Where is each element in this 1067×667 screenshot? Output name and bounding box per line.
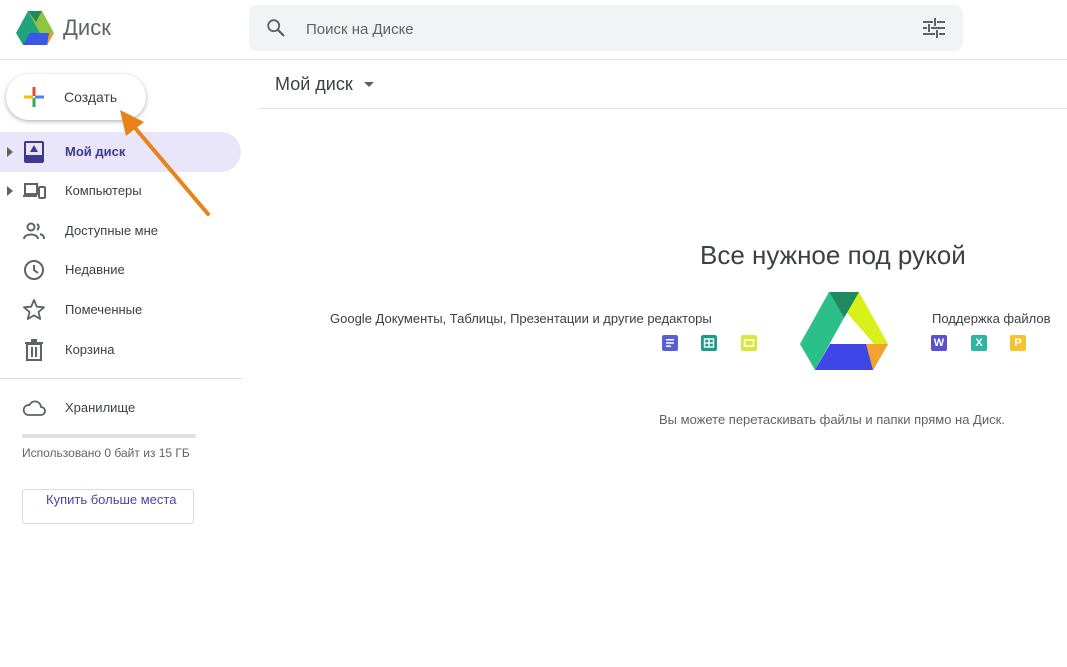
- plus-icon: [24, 87, 44, 107]
- create-label: Создать: [64, 89, 118, 105]
- sheets-icon: [701, 335, 717, 351]
- drive-logo-large-icon: [800, 292, 888, 370]
- nav-label: Корзина: [65, 342, 115, 357]
- annotation-arrow-icon: [120, 110, 210, 216]
- file-support-text: Поддержка файлов: [932, 311, 1051, 326]
- nav-label: Хранилище: [65, 400, 136, 415]
- drive-logo-icon[interactable]: [16, 11, 54, 45]
- search-bar[interactable]: [249, 5, 963, 51]
- star-icon: [23, 299, 45, 320]
- powerpoint-file-icon: P: [1010, 335, 1026, 351]
- top-bar: Диск: [0, 0, 1067, 60]
- expand-arrow-icon[interactable]: [7, 147, 13, 157]
- nav-label: Помеченные: [65, 302, 143, 317]
- storage-usage-bar: [22, 434, 196, 438]
- nav-recent[interactable]: Недавние: [0, 250, 241, 290]
- nav-storage[interactable]: Хранилище: [0, 388, 241, 428]
- main-divider: [258, 108, 1067, 109]
- clock-icon: [24, 260, 44, 280]
- nav-trash[interactable]: Корзина: [0, 330, 241, 370]
- search-input[interactable]: [304, 15, 908, 43]
- sidebar-divider: [0, 378, 242, 379]
- computers-icon: [23, 183, 46, 199]
- caret-down-icon[interactable]: [364, 82, 374, 87]
- trash-icon: [25, 339, 43, 361]
- slides-icon: [741, 335, 757, 351]
- storage-usage-text: Использовано 0 байт из 15 ГБ: [22, 446, 190, 460]
- nav-label: Недавние: [65, 262, 125, 277]
- editors-text: Google Документы, Таблицы, Презентации и…: [330, 311, 712, 326]
- word-file-icon: W: [931, 335, 947, 351]
- expand-arrow-icon[interactable]: [7, 186, 13, 196]
- shared-people-icon: [23, 222, 45, 240]
- empty-state-title: Все нужное под рукой: [700, 240, 966, 270]
- breadcrumb-my-drive[interactable]: Мой диск: [275, 74, 353, 95]
- docs-icon: [662, 335, 678, 351]
- search-options-icon[interactable]: [923, 18, 945, 38]
- drag-drop-hint: Вы можете перетаскивать файлы и папки пр…: [659, 412, 1005, 427]
- cloud-icon: [22, 400, 46, 416]
- my-drive-icon: [24, 141, 44, 163]
- app-name: Диск: [63, 15, 111, 40]
- buy-storage-label: Купить больше места: [46, 492, 177, 507]
- nav-label: Доступные мне: [65, 223, 159, 238]
- search-icon[interactable]: [265, 17, 287, 39]
- buy-storage-button[interactable]: Купить больше места: [22, 489, 194, 524]
- excel-file-icon: X: [971, 335, 987, 351]
- nav-starred[interactable]: Помеченные: [0, 290, 241, 330]
